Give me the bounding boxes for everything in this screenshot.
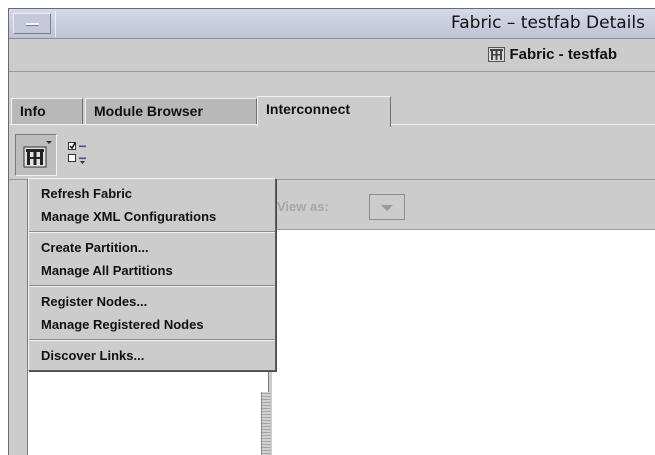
menu-item-manage-all-partitions[interactable]: Manage All Partitions <box>29 259 275 282</box>
pane-splitter[interactable] <box>261 392 271 455</box>
tab-bar: Info Module Browser Interconnect <box>9 96 655 127</box>
toolbar <box>9 128 655 180</box>
fabric-header: Fabric - testfab <box>488 46 617 63</box>
details-window: Fabric – testfab Details Fabric - testfa… <box>8 8 655 455</box>
menu-item-register-nodes[interactable]: Register Nodes... <box>29 290 275 313</box>
select-options-button[interactable] <box>67 140 99 170</box>
tab-interconnect[interactable]: Interconnect <box>257 96 391 127</box>
window-title: Fabric – testfab Details <box>451 13 645 33</box>
chevron-down-icon <box>381 205 393 211</box>
tab-info[interactable]: Info <box>11 98 83 124</box>
window-menu-button[interactable] <box>13 13 51 34</box>
fabric-popup-menu: Refresh Fabric Manage XML Configurations… <box>28 178 276 371</box>
header-strip: Fabric - testfab <box>9 40 655 72</box>
view-as-label: View as: <box>277 199 329 214</box>
title-separator <box>55 11 56 37</box>
menu-item-refresh-fabric[interactable]: Refresh Fabric <box>29 182 275 205</box>
menu-item-manage-registered-nodes[interactable]: Manage Registered Nodes <box>29 313 275 336</box>
window-menu-icon <box>26 23 39 26</box>
menu-group: Discover Links... <box>29 341 275 370</box>
menu-group: Register Nodes... Manage Registered Node… <box>29 287 275 339</box>
fabric-header-label: Fabric - testfab <box>509 46 617 63</box>
menu-item-discover-links[interactable]: Discover Links... <box>29 344 275 367</box>
view-as-dropdown[interactable] <box>369 194 405 220</box>
fabric-icon <box>488 47 506 62</box>
fabric-menu-button[interactable] <box>15 134 57 176</box>
tab-module-browser[interactable]: Module Browser <box>85 98 257 124</box>
interconnect-view-area[interactable] <box>272 230 655 455</box>
fabric-icon <box>23 141 52 168</box>
menu-item-create-partition[interactable]: Create Partition... <box>29 236 275 259</box>
title-bar[interactable]: Fabric – testfab Details <box>9 9 655 39</box>
menu-group: Refresh Fabric Manage XML Configurations <box>29 179 275 231</box>
checkbox-list-icon <box>68 142 86 164</box>
menu-group: Create Partition... Manage All Partition… <box>29 233 275 285</box>
menu-item-manage-xml-configurations[interactable]: Manage XML Configurations <box>29 205 275 228</box>
